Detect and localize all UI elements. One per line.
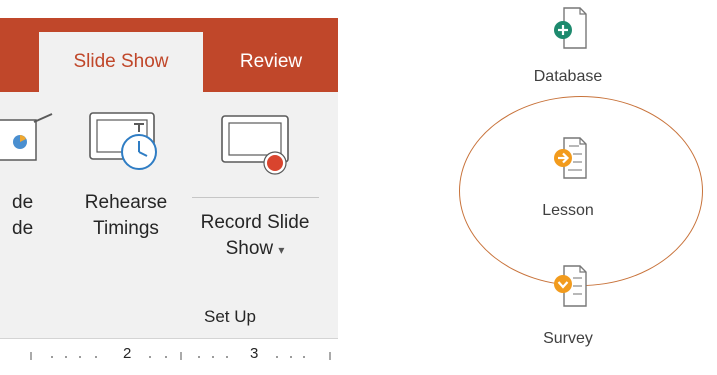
tab-review[interactable]: Review: [221, 32, 321, 92]
ruler-ticks: [30, 352, 331, 360]
module-item-survey[interactable]: Survey: [488, 264, 648, 354]
ribbon-area: Slide Show Review de de Rehearse Timings: [0, 0, 338, 375]
record-slide-show-label: Record Slide Show ▾: [186, 210, 324, 263]
ruler-mark-2: 2: [123, 345, 132, 362]
module-item-lesson[interactable]: Lesson: [488, 136, 648, 226]
record-split-divider: [192, 197, 319, 198]
rehearse-label-line2: Timings: [93, 218, 159, 239]
module-label-lesson: Lesson: [542, 202, 594, 219]
rehearse-label-line1: Rehearse: [84, 192, 168, 213]
dropdown-caret-icon[interactable]: ▾: [278, 243, 284, 257]
record-label-line2: Show: [225, 238, 274, 259]
cut-button-label: de de: [12, 190, 33, 242]
lesson-document-icon: [554, 137, 587, 179]
ribbon-panel-border: [0, 338, 338, 339]
ruler: 2 3: [0, 345, 338, 365]
record-slide-show-icon: [221, 115, 289, 175]
rehearse-timings-icon: [89, 112, 157, 170]
partial-slide-icon: [0, 113, 53, 161]
group-label-set-up: Set Up: [204, 307, 256, 326]
tab-slide-show[interactable]: Slide Show: [39, 32, 203, 92]
record-label-line2-row: Show ▾: [186, 236, 324, 263]
survey-document-icon: [554, 265, 587, 307]
cut-button-label-line2: de: [12, 218, 34, 239]
module-label-database: Database: [533, 68, 603, 85]
module-label-survey: Survey: [543, 330, 593, 347]
module-item-database[interactable]: Database: [488, 4, 648, 94]
cut-button-label-line1: de: [12, 192, 34, 213]
add-document-icon: [554, 7, 587, 49]
rehearse-timings-label: Rehearse Timings: [72, 190, 180, 242]
ruler-mark-3: 3: [250, 345, 259, 362]
record-label-line1: Record Slide: [200, 212, 310, 233]
